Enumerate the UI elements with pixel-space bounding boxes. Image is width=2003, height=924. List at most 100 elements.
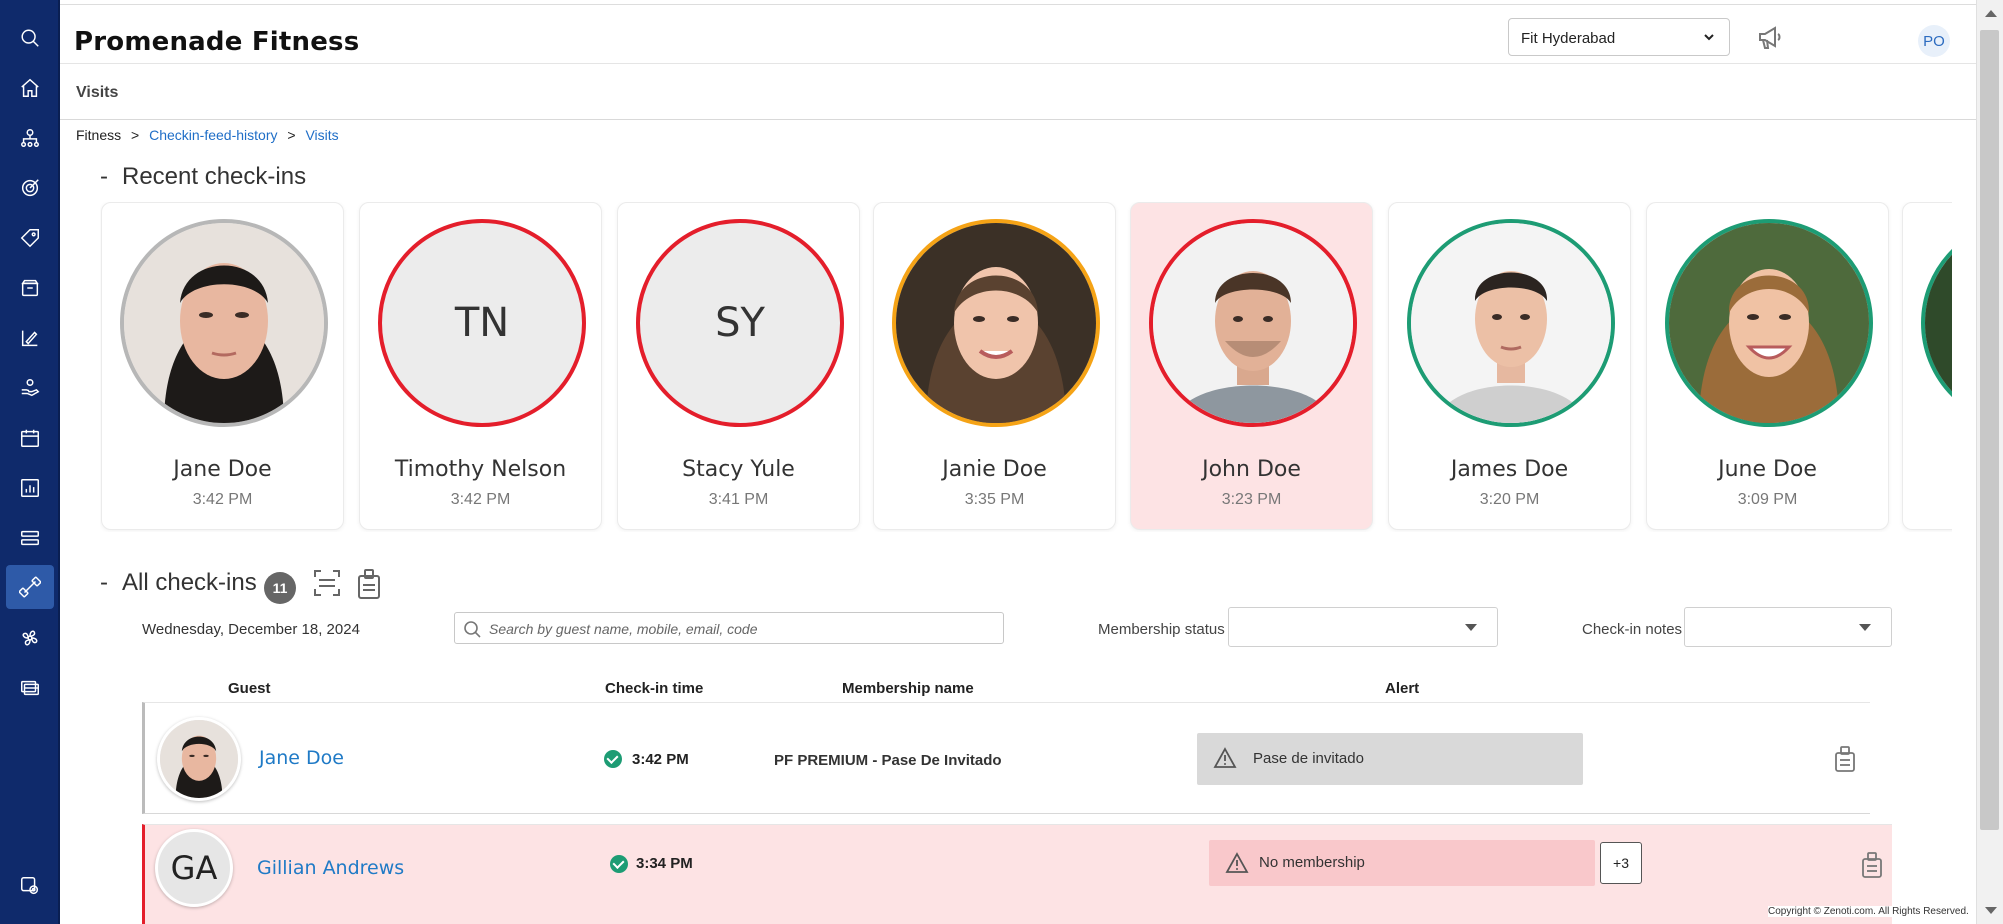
recent-checkin-card[interactable]: SY Stacy Yule 3:41 PM bbox=[617, 202, 860, 530]
id-badge-icon[interactable] bbox=[1834, 746, 1856, 772]
page-title: Visits bbox=[76, 84, 119, 101]
checkin-time: 3:41 PM bbox=[708, 491, 769, 508]
recent-checkins-title: Recent check-ins bbox=[122, 163, 307, 190]
guest-name-link[interactable]: Gillian Andrews bbox=[257, 857, 404, 879]
guest-name-link[interactable]: Jane Doe bbox=[259, 747, 344, 769]
breadcrumb-separator: > bbox=[287, 127, 296, 143]
breadcrumb-root: Fitness bbox=[76, 127, 122, 143]
id-badge-icon[interactable] bbox=[1861, 852, 1883, 878]
search-icon[interactable] bbox=[12, 20, 48, 56]
breadcrumb: Fitness > Checkin-feed-history > Visits bbox=[76, 127, 339, 143]
recent-checkin-card-highlighted[interactable]: John Doe 3:23 PM bbox=[1130, 202, 1373, 530]
guest-photo bbox=[1407, 219, 1615, 427]
search-input[interactable] bbox=[489, 617, 989, 641]
hand-care-icon[interactable] bbox=[12, 370, 48, 406]
guest-name: James Doe bbox=[1450, 457, 1569, 482]
breadcrumb-link-checkin-feed-history[interactable]: Checkin-feed-history bbox=[149, 127, 277, 143]
guest-photo bbox=[1149, 219, 1357, 427]
scroll-down-icon[interactable] bbox=[1985, 907, 1997, 914]
guest-name: Jane Doe bbox=[173, 457, 272, 482]
tag-icon[interactable] bbox=[12, 220, 48, 256]
recent-checkin-card[interactable]: Janie Doe 3:35 PM bbox=[873, 202, 1116, 530]
sub-header: Visits bbox=[60, 65, 1976, 120]
recent-checkin-card[interactable]: June Doe 3:09 PM bbox=[1646, 202, 1889, 530]
guest-name: Janie Doe bbox=[942, 457, 1047, 482]
org-chart-icon[interactable] bbox=[12, 120, 48, 156]
user-avatar[interactable]: PO bbox=[1918, 25, 1950, 57]
box-icon[interactable] bbox=[12, 270, 48, 306]
scrollbar-thumb[interactable] bbox=[1980, 30, 1999, 830]
guest-name: Timothy Nelson bbox=[394, 457, 567, 482]
recent-checkin-card[interactable]: Jane Doe 3:42 PM bbox=[101, 202, 344, 530]
checkin-notes-label: Check-in notes bbox=[1582, 621, 1683, 638]
list-icon[interactable] bbox=[12, 520, 48, 556]
checkin-time: 3:35 PM bbox=[964, 491, 1025, 508]
dumbbell-icon[interactable] bbox=[6, 565, 54, 609]
checkin-time: 3:09 PM bbox=[1737, 491, 1798, 508]
chart-edit-icon[interactable] bbox=[12, 320, 48, 356]
location-select[interactable]: Fit Hyderabad bbox=[1508, 18, 1730, 56]
guest-name: June Doe bbox=[1718, 457, 1817, 482]
column-header-alert[interactable]: Alert bbox=[1385, 680, 1419, 697]
collapse-toggle[interactable]: - bbox=[100, 569, 108, 596]
all-checkins-title: All check-ins bbox=[122, 569, 257, 596]
vertical-scrollbar[interactable] bbox=[1976, 0, 2003, 924]
all-checkins-heading[interactable]: - All check-ins bbox=[100, 569, 257, 597]
guest-avatar bbox=[157, 717, 241, 801]
membership-status-label: Membership status bbox=[1098, 621, 1225, 638]
guest-photo bbox=[892, 219, 1100, 427]
column-header-guest[interactable]: Guest bbox=[228, 680, 271, 697]
megaphone-icon[interactable] bbox=[1756, 25, 1784, 51]
copyright-text: Copyright © Zenoti.com. All Rights Reser… bbox=[1768, 906, 1969, 917]
recent-checkin-card[interactable]: TN Timothy Nelson 3:42 PM bbox=[359, 202, 602, 530]
checkin-time: 3:23 PM bbox=[1221, 491, 1282, 508]
scroll-up-icon[interactable] bbox=[1985, 10, 1997, 17]
guest-initials-avatar: TN bbox=[378, 219, 586, 427]
dropdown-caret-icon bbox=[1859, 624, 1871, 631]
id-badge-icon[interactable] bbox=[356, 568, 382, 600]
breadcrumb-link-visits[interactable]: Visits bbox=[305, 127, 338, 143]
guest-initials-avatar: SY bbox=[636, 219, 844, 427]
alert-text: Pase de invitado bbox=[1253, 750, 1364, 767]
checkin-count-badge: 11 bbox=[264, 572, 296, 604]
guest-initials: GA bbox=[170, 849, 218, 887]
guest-photo bbox=[1665, 219, 1873, 427]
guest-search[interactable] bbox=[454, 612, 1004, 644]
report-icon[interactable] bbox=[12, 470, 48, 506]
guest-photo bbox=[120, 219, 328, 427]
membership-status-select[interactable] bbox=[1228, 607, 1498, 647]
checkin-time: 3:42 PM bbox=[632, 751, 689, 768]
recent-checkins-heading[interactable]: - Recent check-ins bbox=[100, 163, 306, 191]
recent-checkins-carousel[interactable]: Jane Doe 3:42 PM TN Timothy Nelson 3:42 … bbox=[100, 202, 1952, 532]
fan-icon[interactable] bbox=[12, 620, 48, 656]
calendar-icon[interactable] bbox=[12, 420, 48, 456]
search-icon bbox=[464, 621, 481, 638]
checkin-success-icon bbox=[610, 855, 628, 873]
recent-checkin-card[interactable]: James Doe 3:20 PM bbox=[1388, 202, 1631, 530]
guest-name: Stacy Yule bbox=[682, 457, 795, 482]
checkin-row-alert[interactable]: GA Gillian Andrews 3:34 PM No membership… bbox=[142, 824, 1892, 924]
settings-icon[interactable] bbox=[12, 868, 48, 904]
more-alerts-button[interactable]: +3 bbox=[1600, 842, 1642, 884]
app-title: Promenade Fitness bbox=[74, 27, 360, 57]
recent-checkin-card-partial[interactable] bbox=[1902, 202, 1952, 530]
alert-box: No membership bbox=[1209, 840, 1595, 886]
checkin-time: 3:42 PM bbox=[450, 491, 511, 508]
cards-icon[interactable] bbox=[12, 670, 48, 706]
guest-initials-avatar: GA bbox=[155, 829, 233, 907]
column-header-checkin-time[interactable]: Check-in time bbox=[605, 680, 703, 697]
warning-icon bbox=[1225, 852, 1249, 873]
collapse-toggle[interactable]: - bbox=[100, 163, 108, 190]
target-icon[interactable] bbox=[12, 170, 48, 206]
alert-box: Pase de invitado bbox=[1197, 733, 1583, 785]
guest-photo bbox=[1921, 219, 1952, 427]
guest-initials: SY bbox=[715, 300, 765, 346]
home-icon[interactable] bbox=[12, 70, 48, 106]
guest-initials: TN bbox=[454, 300, 510, 346]
checkin-notes-select[interactable] bbox=[1684, 607, 1892, 647]
column-header-membership-name[interactable]: Membership name bbox=[842, 680, 974, 697]
alert-text: No membership bbox=[1259, 854, 1365, 871]
checkin-time: 3:20 PM bbox=[1479, 491, 1540, 508]
scan-icon[interactable] bbox=[312, 568, 342, 598]
checkin-row[interactable]: Jane Doe 3:42 PM PF PREMIUM - Pase De In… bbox=[142, 702, 1870, 814]
